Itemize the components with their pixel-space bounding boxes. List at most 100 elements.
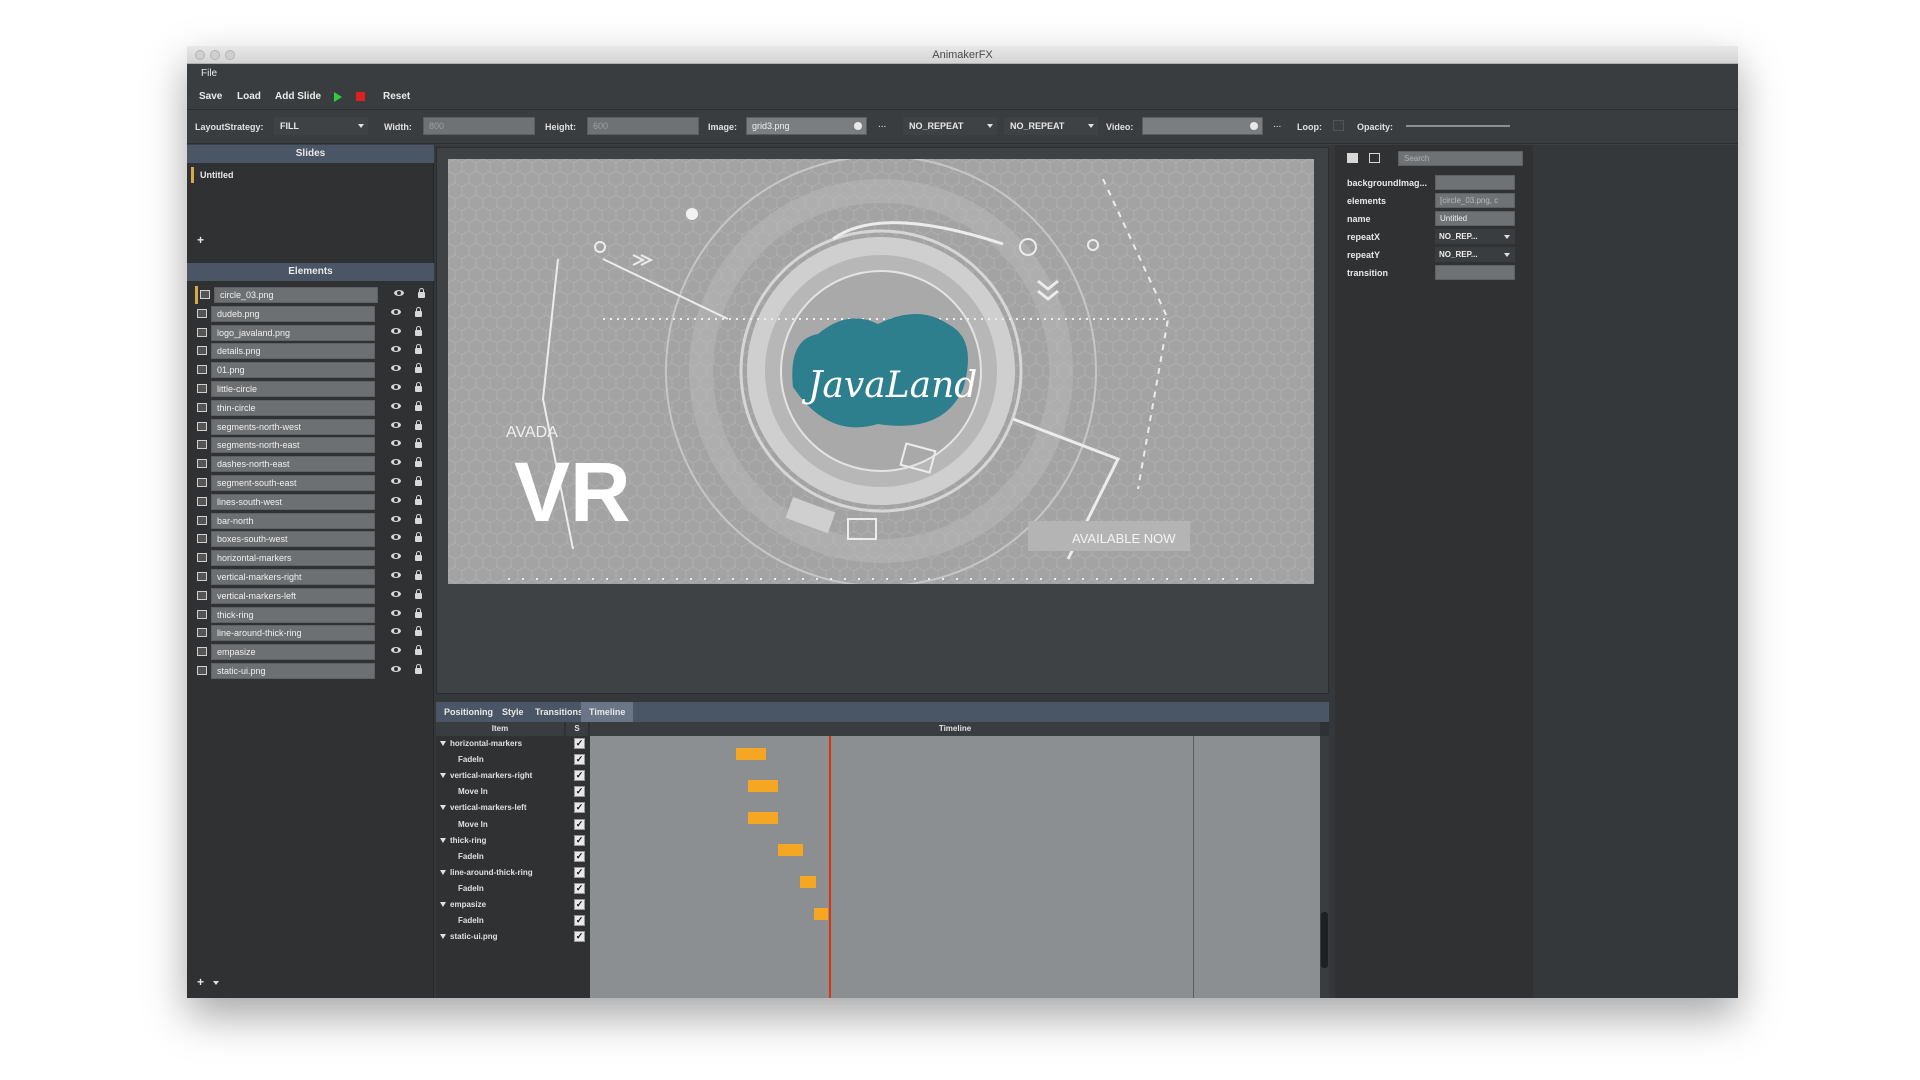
expand-arrow-icon[interactable] [440,869,446,875]
chevron-down-icon[interactable] [213,981,219,985]
lock-icon[interactable] [415,494,422,505]
lock-icon[interactable] [415,645,422,656]
lock-icon[interactable] [415,513,422,524]
tab-timeline[interactable]: Timeline [581,702,634,722]
timeline-group-row[interactable]: static-ui.png ✓ [436,929,588,945]
expand-arrow-icon[interactable] [440,805,446,811]
timeline-bar[interactable] [748,812,778,824]
element-row[interactable]: circle_03.png [195,286,432,304]
element-name-field[interactable]: dashes-north-east [211,456,375,473]
element-row[interactable]: segments-north-west [195,418,432,436]
timeline-animation-row[interactable]: FadeIn ✓ [436,913,588,929]
timeline-bar[interactable] [778,844,803,856]
eye-icon[interactable] [391,308,401,315]
property-value-field[interactable] [1435,175,1515,190]
clear-icon[interactable] [1250,122,1258,130]
timeline-bar[interactable] [814,908,828,920]
element-row[interactable]: little-circle [195,380,432,398]
element-name-field[interactable]: vertical-markers-right [211,569,375,585]
lock-icon[interactable] [415,400,422,411]
opacity-slider[interactable] [1406,125,1510,127]
lock-icon[interactable] [415,664,422,674]
lock-icon[interactable] [415,588,422,599]
checkbox[interactable]: ✓ [574,866,585,878]
timeline-group-row[interactable]: thick-ring ✓ [436,833,588,849]
timeline-group-row[interactable]: vertical-markers-left ✓ [436,800,588,816]
element-name-field[interactable]: segments-north-west [211,418,375,435]
timeline-track[interactable] [590,736,1320,998]
property-value-select[interactable]: NO_REP... [1435,247,1515,262]
add-element-icon[interactable]: + [197,975,204,989]
element-name-field[interactable]: thin-circle [211,399,375,416]
layout-strategy-select[interactable]: FILL [274,117,368,135]
property-value-field[interactable] [1435,265,1515,280]
element-name-field[interactable]: thick-ring [211,606,375,623]
element-name-field[interactable]: vertical-markers-left [211,587,375,604]
expand-arrow-icon[interactable] [440,934,446,940]
element-row[interactable]: thin-circle [195,399,432,417]
element-name-field[interactable]: details.png [211,343,375,360]
lock-icon[interactable] [415,607,422,618]
element-name-field[interactable]: segments-north-east [211,437,375,454]
element-name-field[interactable]: bar-north [211,512,375,529]
timeline-group-row[interactable]: empasize ✓ [436,897,588,913]
element-name-field[interactable]: static-ui.png [211,663,375,679]
element-name-field[interactable]: empasize [211,644,375,661]
eye-icon[interactable] [391,365,401,372]
detail-view-icon[interactable] [1369,153,1380,163]
element-name-field[interactable]: segment-south-east [211,475,375,491]
lock-icon[interactable] [415,626,422,637]
element-row[interactable]: segments-north-east [195,436,432,454]
checkbox[interactable]: ✓ [574,818,585,830]
timeline-bar[interactable] [736,748,766,760]
element-row[interactable]: thick-ring [195,606,432,624]
video-browse-button[interactable]: ... [1273,119,1281,130]
timeline-animation-row[interactable]: FadeIn ✓ [436,849,588,865]
timeline-playhead[interactable] [829,736,831,998]
timeline-group-row[interactable]: line-around-thick-ring ✓ [436,865,588,881]
element-row[interactable]: lines-south-west [195,493,432,511]
lock-icon[interactable] [415,532,422,543]
element-name-field[interactable]: little-circle [211,381,375,397]
eye-icon[interactable] [394,290,404,296]
eye-icon[interactable] [391,666,401,672]
checkbox[interactable]: ✓ [574,802,585,814]
video-field[interactable] [1142,117,1263,135]
eye-icon[interactable] [391,590,401,597]
element-row[interactable]: bar-north [195,512,432,530]
eye-icon[interactable] [391,402,401,409]
timeline-bar[interactable] [748,780,778,792]
timeline-bar[interactable] [800,876,816,888]
slide-item[interactable]: Untitled [191,167,430,183]
element-name-field[interactable]: circle_03.png [214,287,378,303]
eye-icon[interactable] [391,384,401,390]
element-name-field[interactable]: line-around-thick-ring [211,625,375,642]
timeline-scrollbar[interactable] [1320,736,1329,998]
image-browse-button[interactable]: ... [878,119,886,130]
menu-file[interactable]: File [201,68,217,79]
eye-icon[interactable] [391,440,401,447]
checkbox[interactable]: ✓ [574,915,585,927]
lock-icon[interactable] [415,438,422,449]
tab-style[interactable]: Style [494,702,532,722]
lock-icon[interactable] [418,288,425,298]
checkbox[interactable]: ✓ [574,786,585,798]
list-view-icon[interactable] [1347,153,1358,163]
element-row[interactable]: segment-south-east [195,474,432,492]
eye-icon[interactable] [391,572,401,578]
element-row[interactable]: line-around-thick-ring [195,624,432,642]
element-name-field[interactable]: logo_javaland.png [211,324,375,341]
lock-icon[interactable] [415,306,422,317]
timeline-animation-row[interactable]: FadeIn ✓ [436,881,588,897]
lock-icon[interactable] [415,551,422,562]
scrollbar-thumb[interactable] [1321,912,1328,968]
checkbox[interactable]: ✓ [574,834,585,846]
element-row[interactable]: empasize [195,643,432,661]
timeline-group-row[interactable]: horizontal-markers ✓ [436,736,588,752]
eye-icon[interactable] [391,628,401,635]
checkbox[interactable]: ✓ [574,738,585,749]
eye-icon[interactable] [391,553,401,560]
checkbox[interactable]: ✓ [574,882,585,894]
timeline-group-row[interactable]: vertical-markers-right ✓ [436,768,588,784]
expand-arrow-icon[interactable] [440,902,446,907]
